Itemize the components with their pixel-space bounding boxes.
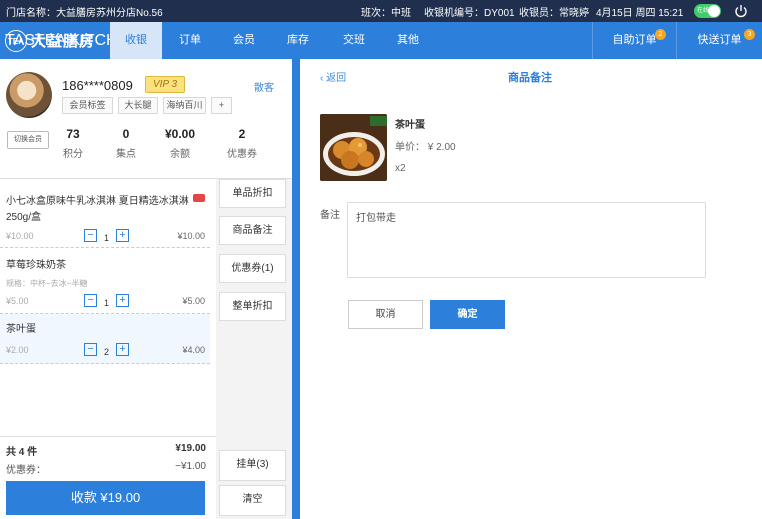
switch-member-button[interactable]: 切换会员 bbox=[7, 131, 49, 149]
machine-id: 收银机编号：DY001 bbox=[424, 7, 515, 19]
stat-value: 0 bbox=[122, 127, 130, 141]
coupon-button[interactable]: 优惠券(1) bbox=[219, 254, 286, 283]
self-order-badge: 2 bbox=[655, 29, 666, 40]
cashier-name: 收银员：常晓婷 bbox=[519, 7, 589, 19]
main-nav: TEA 大益膳房 TASTEA KITCHEN 收银 订单 会员 库存 交班 其… bbox=[0, 22, 762, 59]
add-tag-button[interactable]: + bbox=[211, 97, 232, 114]
stat-label: 积分 bbox=[63, 149, 83, 160]
product-unit-price: 单价： ¥ 2.00 bbox=[395, 142, 456, 153]
delivery-order-label: 快送订单 bbox=[697, 34, 742, 46]
item-price: ¥5.00 bbox=[6, 296, 29, 306]
order-discount-button[interactable]: 整单折扣 bbox=[219, 292, 286, 321]
tab-members[interactable]: 会员 bbox=[218, 22, 270, 59]
page-title: 商品备注 bbox=[508, 72, 552, 84]
cart-item[interactable]: 草莓珍珠奶茶 规格：中杯−去冰−半糖 ¥5.00 − 1 + ¥5.00 bbox=[0, 248, 210, 314]
item-name: 草莓珍珠奶茶 bbox=[6, 260, 66, 271]
minus-button[interactable]: − bbox=[84, 294, 97, 307]
delivery-order-tab[interactable]: 快送订单 3 bbox=[676, 22, 762, 59]
product-image bbox=[320, 114, 387, 181]
action-column: 单品折扣 商品备注 优惠券(1) 整单折扣 挂单(3) 清空 bbox=[216, 179, 292, 519]
date-time: 4月15日 周四 15:21 bbox=[596, 7, 684, 19]
cart-item[interactable]: 小七冰盒原味牛乳冰淇淋 夏日精选冰淇淋 250g/盒 ¥10.00 − 1 + … bbox=[0, 178, 210, 248]
item-spec: 规格：中杯−去冰−半糖 bbox=[6, 279, 88, 288]
product-name: 茶叶蛋 bbox=[395, 120, 425, 131]
tab-other[interactable]: 其他 bbox=[382, 22, 434, 59]
stat-value: 2 bbox=[238, 127, 246, 141]
product-qty: x2 bbox=[395, 163, 406, 174]
item-name: 茶叶蛋 bbox=[6, 324, 36, 335]
back-label: 返回 bbox=[326, 73, 347, 84]
cart-item-selected[interactable]: 茶叶蛋 ¥2.00 − 2 + ¥4.00 bbox=[0, 314, 210, 364]
hold-order-button[interactable]: 挂单(3) bbox=[219, 450, 286, 481]
guest-link[interactable]: 散客 bbox=[254, 79, 274, 94]
summary-count: 共 4 件 bbox=[6, 447, 38, 458]
panel-divider bbox=[292, 59, 300, 519]
item-remark-button[interactable]: 商品备注 bbox=[219, 216, 286, 245]
member-tag[interactable]: 海纳百川 bbox=[163, 97, 206, 114]
online-toggle[interactable]: 在线 bbox=[694, 4, 721, 18]
divider-line bbox=[0, 436, 216, 437]
coupon-value: −¥1.00 bbox=[175, 461, 206, 472]
stat-value: 73 bbox=[66, 127, 80, 141]
vip-badge: VIP 3 bbox=[145, 76, 185, 93]
store-name: 门店名称：大益膳房苏州分店No.56 bbox=[6, 7, 163, 19]
confirm-button[interactable]: 确定 bbox=[430, 300, 505, 329]
tab-orders[interactable]: 订单 bbox=[162, 22, 218, 59]
coupon-label: 优惠券： bbox=[6, 465, 46, 476]
shift-info: 班次：中班 bbox=[361, 7, 411, 19]
plus-button[interactable]: + bbox=[116, 229, 129, 242]
status-bar: 门店名称：大益膳房苏州分店No.56 班次：中班 收银机编号：DY001 收银员… bbox=[0, 0, 762, 22]
stat-coupons: 2 优惠券 bbox=[222, 127, 262, 160]
tab-cashier[interactable]: 收银 bbox=[110, 22, 162, 59]
stat-balance: ¥0.00 余额 bbox=[160, 127, 200, 160]
stat-value: ¥0.00 bbox=[164, 127, 196, 141]
item-total: ¥5.00 bbox=[182, 296, 205, 306]
clear-button[interactable]: 清空 bbox=[219, 485, 286, 516]
tab-inventory[interactable]: 库存 bbox=[270, 22, 326, 59]
plus-button[interactable]: + bbox=[116, 343, 129, 356]
item-name: 小七冰盒原味牛乳冰淇淋 夏日精选冰淇淋 250g/盒 bbox=[6, 196, 189, 223]
item-qty: 2 bbox=[104, 347, 110, 357]
remark-label: 备注 bbox=[320, 210, 340, 221]
checkout-button[interactable]: 收款 ¥19.00 bbox=[6, 481, 205, 515]
member-tag[interactable]: 大长腿 bbox=[118, 97, 158, 114]
self-order-label: 自助订单 bbox=[612, 34, 657, 46]
remark-panel: ‹ 返回 商品备注 茶叶蛋 单价： ¥ 2.00 x2 备注 打包带走 取消 确… bbox=[300, 59, 762, 519]
item-qty: 1 bbox=[104, 298, 110, 308]
cancel-button[interactable]: 取消 bbox=[348, 300, 423, 329]
stat-label: 余额 bbox=[170, 149, 190, 160]
delivery-order-badge: 3 bbox=[744, 29, 755, 40]
self-order-tab[interactable]: 自助订单 2 bbox=[592, 22, 676, 59]
avatar bbox=[6, 72, 52, 118]
item-total: ¥4.00 bbox=[182, 345, 205, 355]
stat-label: 优惠券 bbox=[227, 149, 257, 160]
plus-button[interactable]: + bbox=[116, 294, 129, 307]
item-discount-button[interactable]: 单品折扣 bbox=[219, 179, 286, 208]
summary-total: ¥19.00 bbox=[175, 443, 206, 454]
promo-tag-icon bbox=[193, 194, 205, 202]
member-tag[interactable]: 会员标签 bbox=[62, 97, 113, 114]
minus-button[interactable]: − bbox=[84, 229, 97, 242]
item-price: ¥10.00 bbox=[6, 231, 34, 241]
stat-points: 73 积分 bbox=[53, 127, 93, 160]
stat-stamps: 0 集点 bbox=[106, 127, 146, 160]
tab-handover[interactable]: 交班 bbox=[326, 22, 382, 59]
back-button[interactable]: ‹ 返回 bbox=[320, 69, 346, 84]
member-phone: 186****0809 bbox=[62, 78, 133, 93]
stat-label: 集点 bbox=[116, 149, 136, 160]
item-qty: 1 bbox=[104, 233, 110, 243]
item-total: ¥10.00 bbox=[177, 231, 205, 241]
remark-input[interactable]: 打包带走 bbox=[347, 202, 706, 278]
minus-button[interactable]: − bbox=[84, 343, 97, 356]
item-price: ¥2.00 bbox=[6, 345, 29, 355]
power-icon[interactable] bbox=[734, 4, 748, 18]
